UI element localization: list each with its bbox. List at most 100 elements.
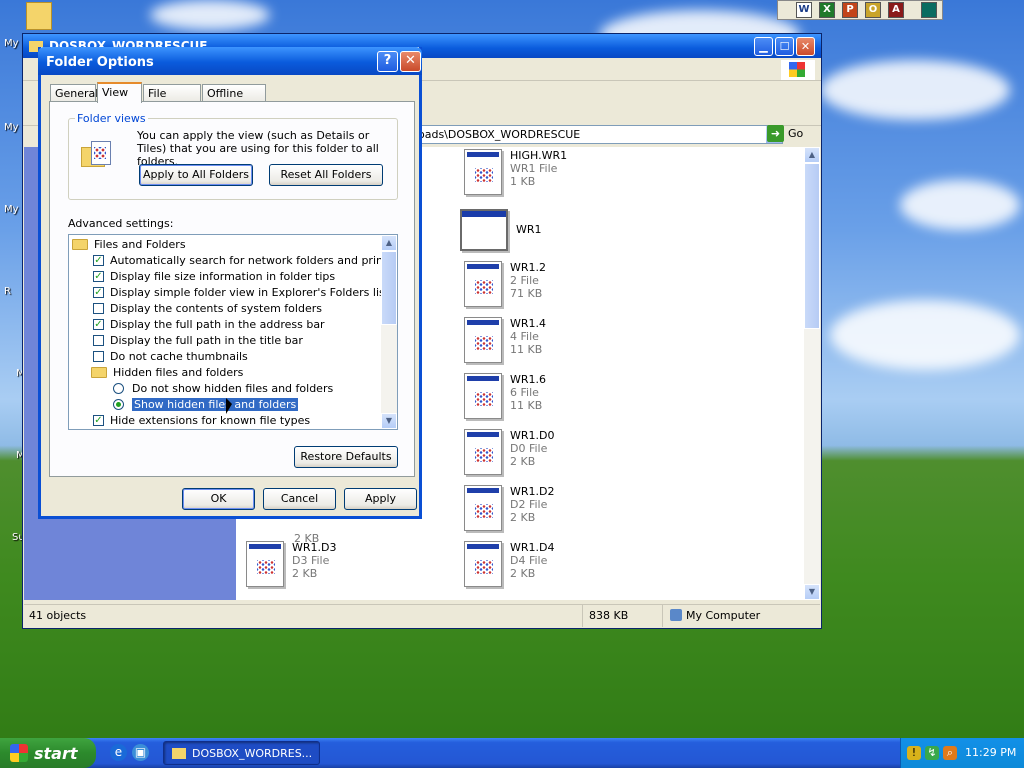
desktop-icon-my-documents[interactable]: My [4,38,19,49]
file-type: WR1 File [510,162,558,175]
file-item[interactable]: WR1.D3 D3 File 2 KB [246,541,336,587]
file-name: WR1.D0 [510,429,555,442]
list-item-files-and-folders: Files and Folders [72,236,186,252]
cloud [820,60,1010,120]
tab-general[interactable]: General [50,84,98,101]
network-icon[interactable]: ↯ [925,746,939,760]
security-shield-icon[interactable]: ! [907,746,921,760]
file-size: 2 KB [510,455,536,468]
desktop-icon-network[interactable]: My [4,204,19,215]
restore-defaults-button[interactable]: Restore Defaults [294,446,398,468]
search-icon[interactable]: ⌕ [943,746,957,760]
checkbox[interactable]: ✓ [93,254,104,266]
file-item[interactable]: WR1 [460,209,542,251]
desktop-icon-recycle[interactable]: R [4,286,11,297]
scroll-down-icon[interactable]: ▼ [381,413,397,429]
clock[interactable]: 11:29 PM [965,746,1016,759]
file-type: D4 File [510,554,548,567]
file-item[interactable]: WR1.D2 D2 File 2 KB [464,485,554,531]
file-size: 11 KB [510,399,543,412]
setting-label-selected: Show hidden files and folders [132,397,299,411]
file-item[interactable]: WR1.6 6 File 11 KB [464,373,546,419]
checkbox[interactable]: ✓ [93,318,104,330]
folder-icon [172,747,186,759]
radio-button[interactable] [113,398,124,410]
setting-label: Automatically search for network folders… [110,253,398,267]
setting-label: Files and Folders [94,237,186,251]
file-name: WR1.6 [510,373,547,386]
show-desktop-icon[interactable]: ▣ [132,744,149,761]
scroll-down-icon[interactable]: ▼ [804,584,820,600]
scroll-thumb[interactable] [381,251,397,325]
file-item[interactable]: 2 KB [246,532,319,545]
file-icon [464,317,502,363]
powerpoint-icon[interactable]: P [842,2,858,18]
setting-label: Display the contents of system folders [110,301,322,315]
address-input[interactable]: oads\DOSBOX_WORDRESCUE ▼ [413,125,783,144]
reset-all-folders-button[interactable]: Reset All Folders [269,164,383,186]
application-icon [460,209,508,251]
excel-icon[interactable]: X [819,2,835,18]
close-button[interactable]: ✕ [796,37,815,56]
scroll-thumb[interactable] [804,163,820,329]
setting-file-size-tips[interactable]: ✓ Display file size information in folder… [93,268,335,284]
internet-explorer-icon[interactable]: e [110,744,127,761]
tab-file-types[interactable]: File Types [143,84,201,117]
ok-button[interactable]: OK [182,488,255,510]
checkbox[interactable]: ✓ [93,414,104,426]
desktop-folder-icon[interactable] [26,2,52,30]
file-size: 2 KB [510,511,536,524]
tab-offline-files[interactable]: Offline Files [202,84,266,117]
setting-full-path-address[interactable]: ✓ Display the full path in the address ba… [93,316,325,332]
checkbox[interactable]: ✓ [93,286,104,298]
checkbox[interactable] [93,302,104,314]
office-panel-icon[interactable] [921,2,937,18]
scroll-up-icon[interactable]: ▲ [381,235,397,251]
file-name: WR1.4 [510,317,547,330]
cancel-button[interactable]: Cancel [263,488,336,510]
apply-to-all-folders-button[interactable]: Apply to All Folders [139,164,253,186]
file-item[interactable]: HIGH.WR1 WR1 File 1 KB [464,149,567,195]
windows-flag-icon [789,62,805,77]
maximize-button[interactable]: ☐ [775,37,794,56]
word-icon[interactable]: W [796,2,812,18]
setting-full-path-title[interactable]: Display the full path in the title bar [93,332,303,348]
mouse-cursor-icon [226,398,232,414]
help-icon[interactable]: ? [377,51,398,72]
setting-label: Display file size information in folder … [110,269,336,283]
access-icon[interactable]: A [888,2,904,18]
file-item[interactable]: WR1.4 4 File 11 KB [464,317,546,363]
setting-simple-folder-view[interactable]: ✓ Display simple folder view in Explorer'… [93,284,389,300]
setting-do-not-show-hidden[interactable]: Do not show hidden files and folders [113,380,333,396]
setting-cache-thumbnails[interactable]: Do not cache thumbnails [93,348,248,364]
minimize-button[interactable]: ▁ [754,37,773,56]
file-item[interactable]: WR1.2 2 File 71 KB [464,261,546,307]
outlook-icon[interactable]: O [865,2,881,18]
setting-hide-extensions[interactable]: ✓ Hide extensions for known file types [93,412,310,428]
setting-show-hidden[interactable]: Show hidden files and folders [113,396,299,412]
file-item[interactable]: WR1.D4 D4 File 2 KB [464,541,554,587]
scroll-up-icon[interactable]: ▲ [804,147,820,163]
setting-system-folders[interactable]: Display the contents of system folders [93,300,322,316]
advanced-settings-list[interactable]: Files and Folders ✓ Automatically search … [68,234,398,430]
setting-label: Do not show hidden files and folders [132,381,334,395]
dialog-close-icon[interactable]: ✕ [400,51,421,72]
checkbox[interactable] [93,350,104,362]
go-arrow-icon: ➜ [767,125,784,142]
settings-scrollbar[interactable]: ▲ ▼ [381,235,397,429]
file-item[interactable]: WR1.D0 D0 File 2 KB [464,429,554,475]
go-button[interactable]: ➜ Go [767,125,803,142]
file-size: 1 KB [510,175,536,188]
file-type: 2 File [510,274,539,287]
apply-button[interactable]: Apply [344,488,417,510]
taskbar-explorer-button[interactable]: DOSBOX_WORDRES... [163,741,320,765]
checkbox[interactable] [93,334,104,346]
radio-button[interactable] [113,382,124,394]
vertical-scrollbar[interactable]: ▲ ▼ [804,147,820,600]
checkbox[interactable]: ✓ [93,270,104,282]
setting-auto-search[interactable]: ✓ Automatically search for network folder… [93,252,398,268]
desktop-icon-my-computer[interactable]: My [4,122,19,133]
tab-view[interactable]: View [97,82,142,103]
start-button[interactable]: start [0,738,96,768]
dialog-title-bar[interactable]: Folder Options [38,47,422,75]
